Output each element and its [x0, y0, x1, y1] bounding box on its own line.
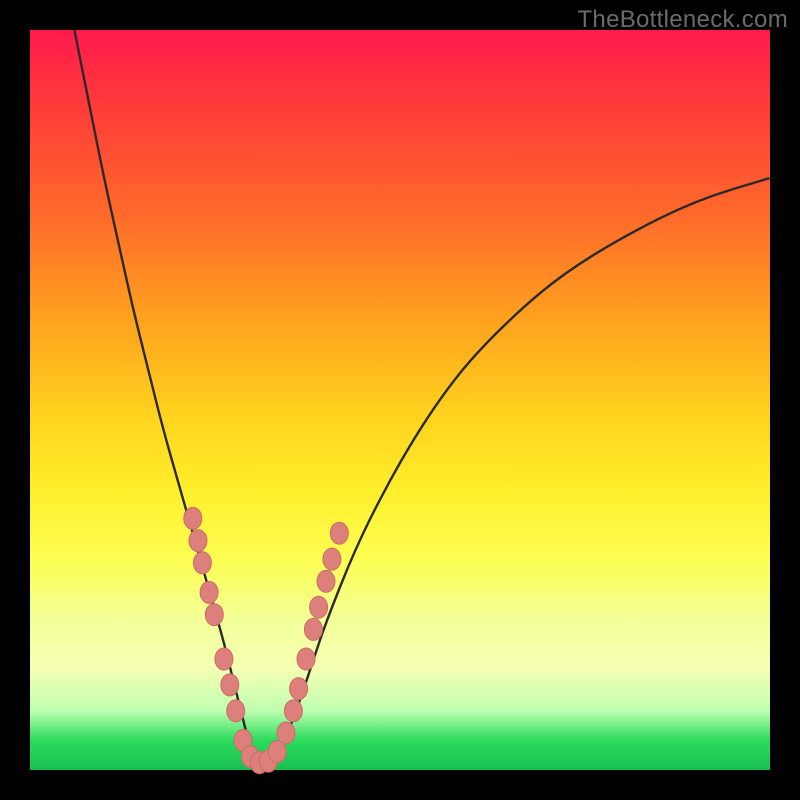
curve-marker — [277, 722, 295, 744]
curve-marker — [323, 548, 341, 570]
curve-svg — [30, 30, 770, 770]
curve-markers — [184, 507, 348, 773]
plot-area — [30, 30, 770, 770]
curve-marker — [304, 618, 322, 640]
curve-marker — [221, 674, 239, 696]
curve-marker — [215, 648, 233, 670]
curve-marker — [189, 530, 207, 552]
curve-marker — [297, 648, 315, 670]
curve-marker — [193, 552, 211, 574]
curve-marker — [184, 507, 202, 529]
curve-marker — [227, 700, 245, 722]
chart-frame: TheBottleneck.com — [0, 0, 800, 800]
curve-marker — [200, 581, 218, 603]
bottleneck-curve — [74, 30, 770, 760]
curve-marker — [310, 596, 328, 618]
curve-marker — [317, 570, 335, 592]
curve-marker — [330, 522, 348, 544]
curve-marker — [290, 678, 308, 700]
curve-marker — [205, 604, 223, 626]
curve-marker — [284, 700, 302, 722]
watermark-text: TheBottleneck.com — [577, 6, 788, 34]
